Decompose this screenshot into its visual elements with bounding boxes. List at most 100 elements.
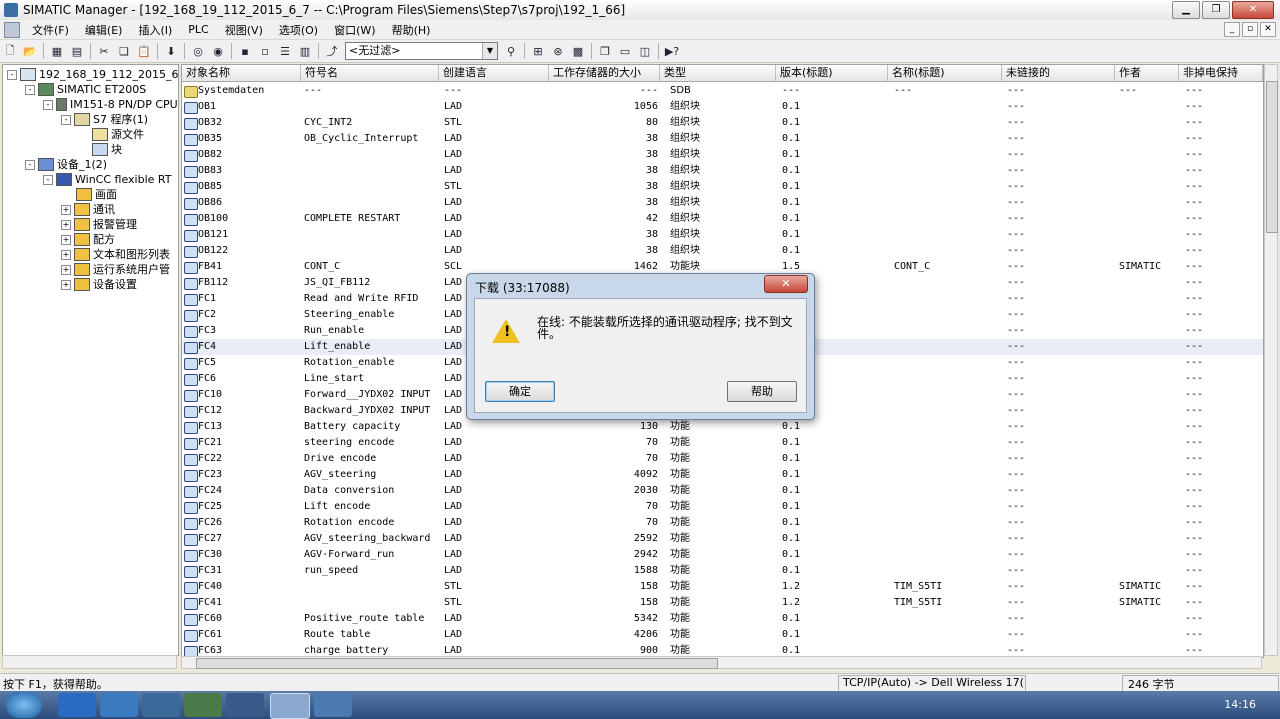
tree-node-blocks[interactable]: 块 [92, 142, 122, 157]
table-row[interactable]: FC25 Lift encode LAD 70 功能 0.1 --- --- [182, 499, 1263, 515]
table-row[interactable]: OB100 COMPLETE RESTART LAD 42 组织块 0.1 --- --- [182, 211, 1263, 227]
tree-node-cpu[interactable]: - IM151-8 PN/DP CPU [43, 97, 178, 112]
explorer-icon[interactable] [142, 693, 180, 717]
expand-icon[interactable]: + [61, 249, 71, 260]
column-header-retentive[interactable]: 非掉电保持 [1179, 65, 1263, 81]
collapse-icon[interactable]: - [43, 174, 53, 185]
column-header-unlinked[interactable]: 未链接的 [1002, 65, 1115, 81]
table-row[interactable]: FC27 AGV_steering_backward LAD 2592 功能 0.1 ---… [182, 531, 1263, 547]
tree-node-sources[interactable]: 源文件 [92, 127, 144, 142]
collapse-icon[interactable]: - [25, 159, 35, 170]
list-view-icon[interactable]: ☰ [276, 43, 294, 59]
table-row[interactable]: FC26 Rotation encode LAD 70 功能 0.1 --- --- [182, 515, 1263, 531]
up-one-level-icon[interactable]: ⤴ [323, 43, 341, 59]
collapse-icon[interactable]: - [7, 69, 17, 80]
ie-icon[interactable] [58, 693, 96, 717]
table-row[interactable]: OB83 LAD 38 组织块 0.1 --- --- [182, 163, 1263, 179]
menu-help[interactable]: 帮助(H) [384, 22, 439, 38]
menu-plc[interactable]: PLC [180, 23, 216, 36]
tree-node-device[interactable]: - 设备_1(2) [25, 157, 107, 172]
memory-card-icon[interactable]: ▤ [68, 43, 86, 59]
tree-horizontal-scrollbar[interactable] [2, 655, 177, 669]
simatic-taskbar-button[interactable] [270, 693, 310, 719]
column-header-object-name[interactable]: 对象名称 [182, 65, 301, 81]
collapse-icon[interactable]: - [43, 99, 53, 110]
dialog-close-button[interactable]: ✕ [764, 275, 808, 293]
context-help-icon[interactable]: ▶? [663, 43, 681, 59]
expand-icon[interactable]: + [61, 204, 71, 215]
netpro-icon[interactable]: ⊞ [529, 43, 547, 59]
table-row[interactable]: OB122 LAD 38 组织块 0.1 --- --- [182, 243, 1263, 259]
tile-horizontal-icon[interactable]: ▭ [616, 43, 634, 59]
filter-dropdown[interactable]: <无过滤> ▼ [345, 42, 498, 60]
column-header-author[interactable]: 作者 [1115, 65, 1179, 81]
help-button[interactable]: 帮助 [727, 381, 797, 402]
column-header-version[interactable]: 版本(标题) [776, 65, 888, 81]
clock[interactable]: 14:16 [1224, 698, 1256, 711]
column-header-language[interactable]: 创建语言 [439, 65, 549, 81]
scrollbar-thumb[interactable] [1266, 81, 1278, 233]
accessible-nodes-icon[interactable]: ▦ [48, 43, 66, 59]
offline-icon[interactable]: ◉ [209, 43, 227, 59]
table-row[interactable]: FC61 Route table LAD 4206 功能 0.1 --- --- [182, 627, 1263, 643]
collapse-icon[interactable]: - [25, 84, 35, 95]
menu-edit[interactable]: 编辑(E) [77, 22, 131, 38]
app-icon[interactable] [314, 693, 352, 717]
table-row[interactable]: FC23 AGV_steering LAD 4092 功能 0.1 --- --- [182, 467, 1263, 483]
scrollbar-thumb[interactable] [196, 658, 718, 669]
document-icon[interactable] [4, 21, 20, 38]
mdi-restore-button[interactable]: ▫ [1242, 22, 1258, 37]
hardware-config-icon[interactable]: ▩ [569, 43, 587, 59]
table-row[interactable]: OB32 CYC_INT2 STL 80 组织块 0.1 --- --- [182, 115, 1263, 131]
mdi-minimize-button[interactable]: _ [1224, 22, 1240, 37]
filter-settings-icon[interactable]: ⚲ [502, 43, 520, 59]
tree-node-runtime-user-admin[interactable]: + 运行系统用户管 [61, 262, 170, 277]
online-icon[interactable]: ◎ [189, 43, 207, 59]
table-row[interactable]: OB82 LAD 38 组织块 0.1 --- --- [182, 147, 1263, 163]
menu-file[interactable]: 文件(F) [24, 22, 77, 38]
mdi-close-button[interactable]: ✕ [1260, 22, 1276, 37]
tree-node-wincc[interactable]: - WinCC flexible RT [43, 172, 171, 187]
app-icon[interactable] [100, 693, 138, 717]
table-row[interactable]: OB86 LAD 38 组织块 0.1 --- --- [182, 195, 1263, 211]
new-icon[interactable]: 🗋 [1, 43, 19, 59]
minimize-button[interactable]: ▁ [1172, 1, 1200, 19]
small-icons-icon[interactable]: ▫ [256, 43, 274, 59]
tree-node-device-settings[interactable]: + 设备设置 [61, 277, 137, 292]
details-view-icon[interactable]: ▥ [296, 43, 314, 59]
chevron-down-icon[interactable]: ▼ [482, 43, 497, 59]
maximize-button[interactable]: ❐ [1202, 1, 1230, 19]
table-row[interactable]: FC30 AGV-Forward_run LAD 2942 功能 0.1 --- --- [182, 547, 1263, 563]
close-button[interactable]: ✕ [1232, 1, 1274, 19]
ok-button[interactable]: 确定 [485, 381, 555, 402]
large-icons-icon[interactable]: ▪ [236, 43, 254, 59]
copy-icon[interactable]: ❏ [115, 43, 133, 59]
column-header-name[interactable]: 名称(标题) [888, 65, 1002, 81]
tree-node-screens[interactable]: 画面 [76, 187, 117, 202]
cut-icon[interactable]: ✂ [95, 43, 113, 59]
table-row[interactable]: OB1 LAD 1056 组织块 0.1 --- --- [182, 99, 1263, 115]
tree-node-communication[interactable]: + 通讯 [61, 202, 115, 217]
menu-options[interactable]: 选项(O) [271, 22, 326, 38]
column-header-symbol[interactable]: 符号名 [301, 65, 439, 81]
column-header-memory[interactable]: 工作存储器的大小 [549, 65, 660, 81]
menu-insert[interactable]: 插入(I) [130, 22, 180, 38]
list-horizontal-scrollbar[interactable] [181, 656, 1262, 669]
tree-node-station[interactable]: - SIMATIC ET200S [25, 82, 146, 97]
expand-icon[interactable]: + [61, 219, 71, 230]
table-row[interactable]: FC21 steering encode LAD 70 功能 0.1 --- --- [182, 435, 1263, 451]
tree-node-recipes[interactable]: + 配方 [61, 232, 115, 247]
list-vertical-scrollbar[interactable] [1264, 64, 1278, 656]
menu-view[interactable]: 视图(V) [217, 22, 271, 38]
table-row[interactable]: FC31 run_speed LAD 1588 功能 0.1 --- --- [182, 563, 1263, 579]
expand-icon[interactable]: + [61, 279, 71, 290]
menu-window[interactable]: 窗口(W) [326, 22, 383, 38]
download-icon[interactable]: ⬇ [162, 43, 180, 59]
tile-vertical-icon[interactable]: ◫ [636, 43, 654, 59]
table-row[interactable]: FC24 Data conversion LAD 2030 功能 0.1 --- --- [182, 483, 1263, 499]
table-row[interactable]: FC13 Battery capacity LAD 130 功能 0.1 --- --- [182, 419, 1263, 435]
tree-node-alarm-management[interactable]: + 报警管理 [61, 217, 137, 232]
tree-node-project[interactable]: - 192_168_19_112_2015_6_7 [7, 67, 178, 82]
table-row[interactable]: OB85 STL 38 组织块 0.1 --- --- [182, 179, 1263, 195]
cascade-icon[interactable]: ❐ [596, 43, 614, 59]
